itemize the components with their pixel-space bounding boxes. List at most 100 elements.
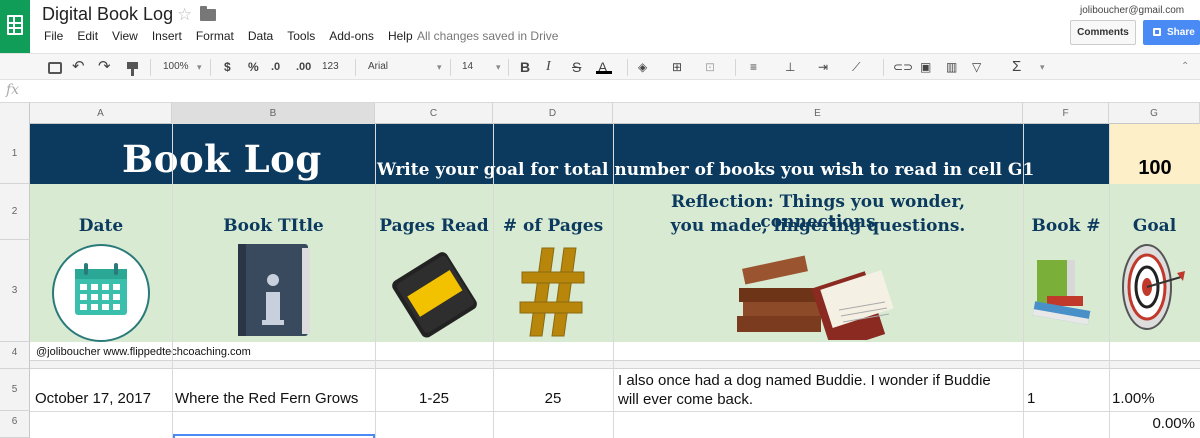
- chevron-down-icon[interactable]: ▾: [496, 58, 501, 76]
- row-header-5[interactable]: 5: [0, 369, 30, 411]
- link-icon[interactable]: ⊂⊃: [893, 58, 913, 76]
- column-header-b[interactable]: B: [172, 103, 375, 124]
- column-header-g[interactable]: G: [1109, 103, 1200, 124]
- increase-decimal-button[interactable]: .00: [296, 58, 311, 76]
- menu-data[interactable]: Data: [248, 29, 273, 45]
- menu-help[interactable]: Help: [388, 29, 413, 45]
- entry-pages-read[interactable]: 1-25: [375, 390, 493, 407]
- paint-format-icon[interactable]: [127, 62, 138, 76]
- instruction-text: Write your goal for total number of book…: [377, 160, 1035, 180]
- fx-icon: fx: [6, 82, 20, 98]
- comment-icon[interactable]: ▣: [920, 58, 931, 76]
- text-rotate-icon[interactable]: ⟋: [852, 58, 860, 76]
- info-book-icon: [238, 244, 310, 336]
- entry-title[interactable]: Where the Red Fern Grows: [175, 390, 358, 407]
- text-wrap-icon[interactable]: ⇥: [818, 58, 828, 76]
- row-header-1[interactable]: 1: [0, 124, 30, 184]
- font-select[interactable]: Arial: [368, 58, 388, 76]
- header-book-num: Book #: [1031, 216, 1101, 236]
- folder-icon[interactable]: [200, 6, 216, 21]
- row-header-2[interactable]: 2: [0, 184, 30, 240]
- small-books-icon: [1032, 260, 1091, 325]
- entry-goal-pct[interactable]: 1.00%: [1112, 390, 1155, 407]
- user-email[interactable]: joliboucher@gmail.com: [1080, 5, 1184, 16]
- percent-button[interactable]: %: [248, 58, 259, 76]
- book-log-title: Book Log: [122, 137, 322, 181]
- header-date: Date: [78, 216, 124, 236]
- redo-icon[interactable]: ↷: [98, 58, 111, 76]
- credit-text: @joliboucher www.flippedtechcoaching.com: [36, 346, 251, 358]
- menu-file[interactable]: File: [44, 29, 63, 45]
- header-pages-read: Pages Read: [379, 216, 489, 236]
- sheets-logo-icon[interactable]: [0, 0, 30, 53]
- column-header-c[interactable]: C: [375, 103, 493, 124]
- goal-value[interactable]: 100: [1110, 157, 1200, 180]
- column-header-f[interactable]: F: [1023, 103, 1109, 124]
- document-title[interactable]: Digital Book Log: [42, 4, 173, 25]
- formula-bar[interactable]: fx: [0, 80, 1200, 103]
- column-header-d[interactable]: D: [493, 103, 613, 124]
- collapse-toolbar-icon[interactable]: ⌃: [1181, 58, 1189, 76]
- comments-button[interactable]: Comments: [1070, 20, 1136, 45]
- entry-date[interactable]: October 17, 2017: [35, 390, 151, 407]
- font-size-select[interactable]: 14: [462, 58, 473, 76]
- notebook-icon: [392, 252, 477, 338]
- merge-cells-icon[interactable]: ⊡: [705, 58, 715, 76]
- row6-goal-pct[interactable]: 0.00%: [1109, 415, 1195, 432]
- header-num-pages: # of Pages: [502, 216, 604, 236]
- menu-bar: File Edit View Insert Format Data Tools …: [44, 29, 427, 45]
- chart-icon[interactable]: ▥: [946, 58, 957, 76]
- menu-tools[interactable]: Tools: [287, 29, 315, 45]
- decrease-decimal-button[interactable]: .0: [271, 58, 280, 76]
- share-label: Share: [1167, 27, 1195, 38]
- selected-cell-b6[interactable]: [173, 434, 375, 438]
- zoom-select[interactable]: 100%: [163, 58, 189, 76]
- entry-num-pages[interactable]: 25: [493, 390, 613, 407]
- row-header-6[interactable]: 6: [0, 411, 30, 438]
- header-book-title: Book TItle: [223, 216, 324, 236]
- entry-reflection-line2[interactable]: will ever come back.: [618, 391, 753, 408]
- column-header-e[interactable]: E: [613, 103, 1023, 124]
- menu-addons[interactable]: Add-ons: [329, 29, 374, 45]
- text-color-swatch: [596, 71, 612, 74]
- functions-button[interactable]: Σ: [1012, 58, 1021, 76]
- select-all-corner[interactable]: [0, 103, 30, 124]
- calendar-icon: [52, 244, 150, 342]
- chevron-down-icon[interactable]: ▾: [197, 58, 202, 76]
- star-icon[interactable]: ☆: [177, 5, 192, 25]
- frozen-divider[interactable]: [30, 360, 1200, 369]
- italic-button[interactable]: I: [546, 58, 551, 76]
- fill-color-icon[interactable]: ◈: [638, 58, 647, 76]
- toolbar: ↶ ↷ 100% ▾ $ % .0 .00 123 Arial ▾ 14 ▾ B…: [0, 53, 1200, 80]
- row-header-4[interactable]: 4: [0, 342, 30, 369]
- currency-button[interactable]: $: [224, 58, 231, 76]
- column-header-row: A B C D E F G: [0, 103, 1200, 124]
- menu-view[interactable]: View: [112, 29, 138, 45]
- target-icon: [1122, 244, 1185, 330]
- align-vertical-icon[interactable]: ⊥: [785, 58, 795, 76]
- column-header-a[interactable]: A: [30, 103, 172, 124]
- lock-icon: [1153, 28, 1161, 36]
- books-stack-icon: [737, 255, 894, 340]
- header-goal: Goal: [1132, 216, 1177, 236]
- borders-icon[interactable]: ⊞: [672, 58, 682, 76]
- row-header-3[interactable]: 3: [0, 240, 30, 342]
- bold-button[interactable]: B: [520, 58, 530, 76]
- filter-icon[interactable]: ▽: [972, 58, 981, 76]
- undo-icon[interactable]: ↶: [72, 58, 85, 76]
- print-icon[interactable]: [48, 62, 62, 74]
- menu-edit[interactable]: Edit: [77, 29, 98, 45]
- share-button[interactable]: Share: [1143, 20, 1200, 45]
- chevron-down-icon[interactable]: ▾: [1040, 58, 1045, 76]
- menu-insert[interactable]: Insert: [152, 29, 182, 45]
- menu-format[interactable]: Format: [196, 29, 234, 45]
- save-status: All changes saved in Drive: [417, 29, 559, 43]
- more-formats-button[interactable]: 123: [322, 58, 339, 76]
- entry-book-num[interactable]: 1: [1027, 390, 1035, 407]
- strikethrough-button[interactable]: S: [572, 58, 581, 76]
- hash-icon: [519, 247, 585, 337]
- header-reflection-line2: you made, lingering questions.: [670, 216, 966, 236]
- align-horizontal-icon[interactable]: ≡: [750, 58, 757, 76]
- entry-reflection-line1[interactable]: I also once had a dog named Buddie. I wo…: [618, 372, 991, 389]
- chevron-down-icon[interactable]: ▾: [437, 58, 442, 76]
